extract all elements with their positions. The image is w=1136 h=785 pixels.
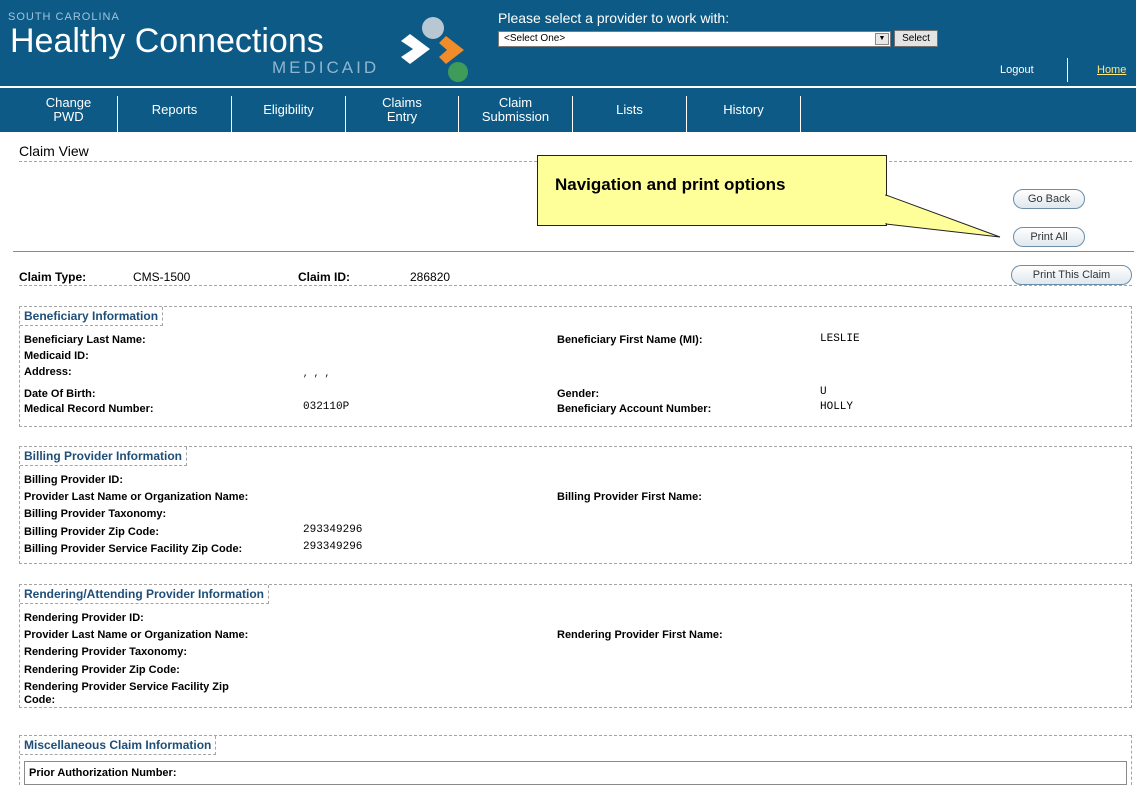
beneficiary-first-name-value: LESLIE (820, 333, 860, 345)
nav-separator (800, 96, 801, 132)
billing-facility-zip-label: Billing Provider Service Facility Zip Co… (24, 543, 243, 555)
date-of-birth-label: Date Of Birth: (24, 388, 96, 400)
healthy-connections-logo-icon (401, 17, 468, 82)
prior-authorization-label: Prior Authorization Number: (29, 767, 177, 779)
claim-type-value: CMS-1500 (133, 270, 191, 284)
section-divider (13, 251, 1134, 252)
go-back-button[interactable]: Go Back (1013, 189, 1085, 209)
nav-history-label: History (723, 102, 764, 117)
beneficiary-account-number-label: Beneficiary Account Number: (557, 403, 712, 415)
provider-select-value: <Select One> (504, 33, 566, 44)
nav-reports-label: Reports (151, 102, 198, 117)
billing-provider-first-name-label: Billing Provider First Name: (557, 491, 702, 503)
gender-value: U (820, 386, 827, 398)
callout-text: Navigation and print options (555, 175, 786, 194)
rendering-provider-id-label: Rendering Provider ID: (24, 612, 144, 624)
rendering-facility-zip-label-line1: Rendering Provider Service Facility Zip (24, 681, 229, 693)
nav-claim-submission-label: Claim Submission (481, 95, 550, 124)
page-title: Claim View (19, 143, 89, 159)
nav-reports[interactable]: Reports (118, 88, 231, 132)
address-label: Address: (24, 366, 72, 378)
claim-divider (19, 285, 1132, 286)
beneficiary-first-name-label: Beneficiary First Name (MI): (557, 334, 703, 346)
nav-eligibility-label: Eligibility (263, 102, 314, 117)
beneficiary-account-number-value: HOLLY (820, 401, 854, 413)
claim-id-value: 286820 (410, 270, 451, 284)
nav-claim-submission[interactable]: Claim Submission (459, 88, 572, 132)
misc-claim-heading: Miscellaneous Claim Information (20, 736, 217, 755)
nav-lists-label: Lists (616, 102, 643, 117)
gender-label: Gender: (557, 388, 600, 400)
rendering-provider-first-name-label: Rendering Provider First Name: (557, 629, 723, 641)
header-divider (1067, 58, 1068, 82)
select-provider-button[interactable]: Select (894, 30, 938, 47)
medical-record-number-label: Medical Record Number: (24, 403, 154, 415)
address-value: , , , (303, 369, 331, 379)
dropdown-arrow-icon[interactable]: ▼ (875, 33, 889, 45)
main-nav: Change PWD Reports Eligibility Claims En… (0, 88, 1136, 132)
provider-select[interactable]: <Select One> ▼ (498, 31, 891, 47)
callout-pointer (860, 191, 1001, 238)
rendering-provider-taxonomy-label: Rendering Provider Taxonomy: (24, 646, 187, 658)
print-all-button[interactable]: Print All (1013, 227, 1085, 247)
billing-provider-last-name-label: Provider Last Name or Organization Name: (24, 491, 249, 503)
brand-title: Healthy Connections (10, 22, 324, 60)
provider-prompt: Please select a provider to work with: (498, 10, 730, 26)
home-link[interactable]: Home (1097, 64, 1126, 76)
nav-claims-entry[interactable]: Claims Entry (346, 88, 458, 132)
claim-id-label: Claim ID: (298, 270, 351, 284)
rendering-facility-zip-label-line2: Code: (24, 694, 56, 706)
billing-provider-heading: Billing Provider Information (20, 447, 188, 466)
rendering-provider-zip-label: Rendering Provider Zip Code: (24, 664, 180, 676)
nav-lists[interactable]: Lists (573, 88, 686, 132)
nav-change-pwd[interactable]: Change PWD (20, 88, 117, 132)
rendering-provider-heading: Rendering/Attending Provider Information (20, 585, 270, 604)
claim-type-label: Claim Type: (19, 270, 87, 284)
nav-eligibility[interactable]: Eligibility (232, 88, 345, 132)
nav-change-pwd-label: Change PWD (45, 95, 92, 124)
nav-history[interactable]: History (687, 88, 800, 132)
medical-record-number-value: 032110P (303, 401, 350, 413)
beneficiary-last-name-label: Beneficiary Last Name: (24, 334, 146, 346)
medicaid-id-label: Medicaid ID: (24, 350, 89, 362)
rendering-provider-last-name-label: Provider Last Name or Organization Name: (24, 629, 249, 641)
print-this-claim-button[interactable]: Print This Claim (1011, 265, 1132, 285)
nav-claims-entry-label: Claims Entry (382, 95, 422, 124)
logout-link[interactable]: Logout (1000, 64, 1034, 76)
billing-provider-zip-label: Billing Provider Zip Code: (24, 526, 160, 538)
billing-provider-taxonomy-label: Billing Provider Taxonomy: (24, 508, 167, 520)
billing-facility-zip-value: 293349296 (303, 541, 363, 553)
prior-authorization-box (24, 761, 1127, 785)
billing-provider-id-label: Billing Provider ID: (24, 474, 124, 486)
beneficiary-heading: Beneficiary Information (20, 307, 164, 326)
brand-subtitle: MEDICAID (272, 58, 380, 77)
billing-provider-zip-value: 293349296 (303, 524, 363, 536)
